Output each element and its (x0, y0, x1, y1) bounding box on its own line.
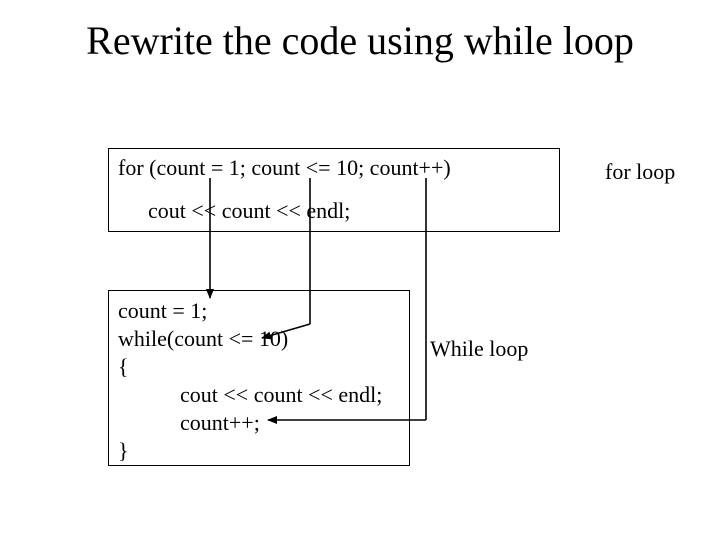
for-loop-label: for loop (605, 159, 675, 185)
while-loop-line2: while(count <= 10) (118, 326, 288, 352)
slide-title: Rewrite the code using while loop (0, 18, 720, 64)
while-loop-line3: { (118, 354, 129, 380)
for-loop-line2: cout << count << endl; (148, 198, 350, 224)
while-loop-line5: count++; (180, 410, 260, 436)
for-loop-line1: for (count = 1; count <= 10; count++) (118, 155, 451, 181)
while-loop-line6: } (118, 438, 129, 464)
while-loop-line4: cout << count << endl; (180, 382, 382, 408)
while-loop-line1: count = 1; (118, 298, 207, 324)
while-loop-label: While loop (430, 336, 528, 362)
slide-canvas: Rewrite the code using while loop for (c… (0, 0, 720, 540)
